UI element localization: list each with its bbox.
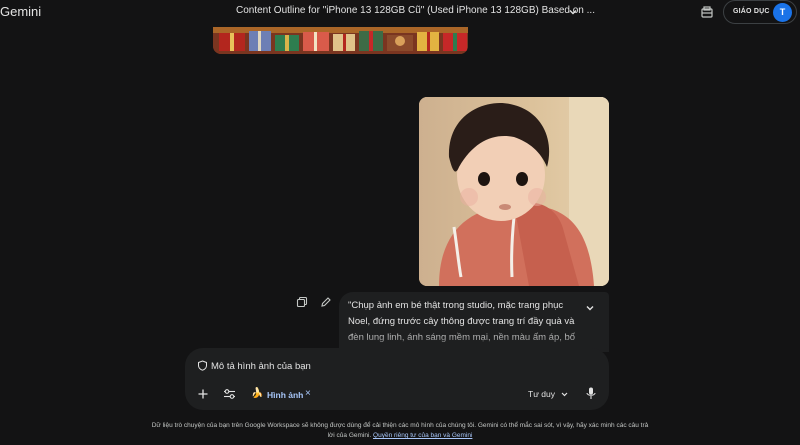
user-message-bubble[interactable]: "Chụp ảnh em bé thật trong studio, mặc t… xyxy=(339,292,609,352)
banana-icon: 🍌 xyxy=(251,388,264,399)
privacy-link[interactable]: Quyền riêng tư của bạn và Gemini xyxy=(373,432,472,439)
chevron-down-icon[interactable] xyxy=(567,6,579,18)
uploaded-photo[interactable] xyxy=(419,97,609,286)
edit-icon[interactable] xyxy=(320,296,332,308)
chevron-down-icon[interactable] xyxy=(560,390,569,399)
prompt-input-panel[interactable]: Mô tả hình ảnh của bạn 🍌 Hình ảnh × Tư d… xyxy=(185,348,609,410)
previous-generated-image[interactable] xyxy=(213,27,468,54)
workspace-label: GIÁO DỤC xyxy=(733,8,770,15)
plus-icon[interactable] xyxy=(197,388,209,400)
copy-icon[interactable] xyxy=(296,296,308,308)
image-tool-label: Hình ảnh xyxy=(267,390,304,400)
close-icon[interactable]: × xyxy=(305,389,311,399)
mic-icon[interactable] xyxy=(586,387,596,400)
tools-icon[interactable] xyxy=(223,388,236,400)
top-bar: Gemini Content Outline for "iPhone 13 12… xyxy=(0,0,800,24)
christmas-gifts-image xyxy=(213,27,468,54)
toolbox-icon[interactable] xyxy=(700,5,714,19)
baby-photo-image xyxy=(419,97,609,286)
footer-disclaimer: Dữ liệu trò chuyện của bạn trên Google W… xyxy=(150,421,650,441)
prompt-placeholder: Mô tả hình ảnh của bạn xyxy=(211,361,311,372)
mode-selector[interactable]: Tư duy xyxy=(528,389,555,399)
app-logo[interactable]: Gemini xyxy=(0,4,41,19)
account-switcher[interactable]: GIÁO DỤC T xyxy=(723,0,797,24)
expand-chevron-icon[interactable] xyxy=(584,302,596,314)
conversation-title[interactable]: Content Outline for "iPhone 13 128GB Cũ"… xyxy=(236,5,595,16)
shield-icon xyxy=(198,360,207,371)
avatar[interactable]: T xyxy=(773,3,792,22)
